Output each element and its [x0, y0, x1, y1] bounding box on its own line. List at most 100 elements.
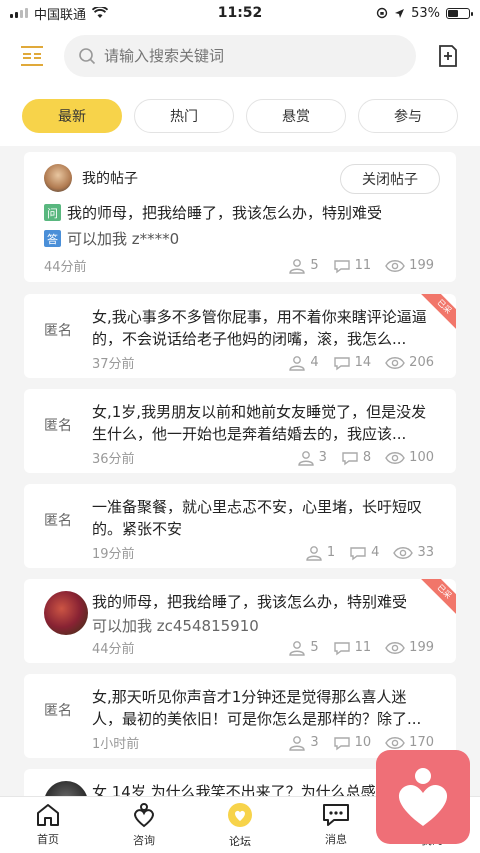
tab-consult[interactable]: 咨询: [96, 797, 192, 853]
person-icon: [289, 640, 306, 656]
comment-icon: [350, 546, 366, 560]
search-icon: [79, 48, 96, 65]
clock: 11:52: [217, 5, 263, 21]
comment-icon: [333, 641, 350, 655]
comments-stat[interactable]: 10: [333, 735, 372, 751]
rotation-lock-icon: [376, 7, 388, 19]
post-card[interactable]: 匿名 女,那天听见你声音才1分钟还是觉得那么喜人迷人，最初的美依旧！可是你怎么是…: [24, 674, 456, 758]
tab-reward[interactable]: 悬赏: [246, 99, 346, 133]
author-label: 匿名: [44, 703, 72, 719]
floating-heart-button[interactable]: [376, 750, 470, 844]
answer-text: 可以加我 z****0: [67, 230, 180, 248]
likes-stat[interactable]: 5: [288, 258, 319, 274]
post-card[interactable]: 已采 我的师母，把我给睡了，我该怎么办，特别难受 可以加我 zc45481591…: [24, 579, 456, 663]
likes-stat[interactable]: 1: [305, 545, 335, 561]
filter-menu-icon[interactable]: [18, 42, 46, 70]
comments-stat[interactable]: 4: [349, 545, 379, 561]
tab-messages[interactable]: 消息: [288, 797, 384, 853]
person-icon: [289, 258, 306, 274]
post-card[interactable]: 匿名 已采 女,我心事多不多管你屁事，用不着你来瞎评论逼逼的，不会说话给老子他妈…: [24, 294, 456, 378]
carrier-label: 中国联通: [34, 7, 87, 23]
comments-stat[interactable]: 11: [333, 258, 372, 274]
comments-stat[interactable]: 8: [341, 450, 371, 466]
battery-icon: [446, 7, 473, 19]
comments-count: 10: [354, 735, 372, 750]
author-label: 匿名: [44, 323, 72, 339]
likes-count: 3: [318, 450, 327, 465]
comment-icon: [342, 451, 358, 465]
top-bar: [0, 26, 480, 86]
tab-hot[interactable]: 热门: [134, 99, 234, 133]
comment-icon: [333, 259, 350, 273]
forum-icon: [228, 803, 252, 827]
views-count: 100: [409, 450, 434, 465]
tab-label: 论坛: [229, 835, 251, 848]
tab-latest[interactable]: 最新: [22, 99, 122, 133]
views-count: 170: [409, 735, 434, 750]
views-count: 206: [409, 355, 434, 370]
post-text: 女,那天听见你声音才1分钟还是觉得那么喜人迷人，最初的美依旧！可是你怎么是那样的…: [92, 688, 422, 728]
filter-tabs: 最新 热门 悬赏 参与: [0, 86, 480, 146]
post-subtext: 可以加我 zc454815910: [92, 617, 259, 635]
status-bar: 中国联通 11:52 53%: [0, 0, 480, 26]
post-feed[interactable]: 我的帖子 关闭帖子 问 我的师母，把我给睡了，我该怎么办，特别难受 答 可以加我…: [0, 146, 480, 796]
wifi-icon: [92, 7, 109, 18]
avatar[interactable]: [44, 781, 88, 796]
post-card[interactable]: 匿名 一准备聚餐，就心里忐忑不安，心里堵，长吁短叹的。紧张不安 19分前 1 4…: [24, 484, 456, 568]
post-card[interactable]: 匿名 女,1岁,我男朋友以前和她前女友睡觉了，但是没发生什么，他一开始也是奔着结…: [24, 389, 456, 473]
views-stat: 199: [385, 640, 434, 655]
eye-icon: [385, 356, 405, 369]
tab-forum[interactable]: 论坛: [192, 797, 288, 853]
author-label: 匿名: [44, 418, 72, 434]
likes-stat[interactable]: 3: [297, 450, 327, 466]
likes-stat[interactable]: 4: [288, 355, 319, 371]
eye-icon: [385, 259, 405, 272]
likes-count: 5: [310, 258, 319, 273]
avatar: [44, 164, 72, 192]
my-post-card[interactable]: 我的帖子 关闭帖子 问 我的师母，把我给睡了，我该怎么办，特别难受 答 可以加我…: [24, 152, 456, 282]
comments-count: 11: [354, 640, 372, 655]
comments-stat[interactable]: 11: [333, 640, 372, 656]
close-post-button[interactable]: 关闭帖子: [340, 164, 440, 194]
avatar[interactable]: [44, 591, 88, 635]
post-text: 女,1岁,我男朋友以前和她前女友睡觉了，但是没发生什么，他一开始也是奔着结婚去的…: [92, 403, 427, 443]
comments-count: 4: [371, 545, 380, 560]
post-time: 44分前: [44, 260, 87, 275]
tab-label: 首页: [37, 833, 59, 846]
views-stat: 199: [385, 258, 434, 273]
tab-label: 咨询: [133, 834, 155, 847]
views-stat: 33: [393, 545, 434, 560]
views-stat: 100: [385, 450, 434, 465]
tab-joined[interactable]: 参与: [358, 99, 458, 133]
post-text: 一准备聚餐，就心里忐忑不安，心里堵，长吁短叹的。紧张不安: [92, 498, 423, 538]
search-bar[interactable]: [64, 35, 416, 77]
tab-label: 消息: [325, 833, 347, 846]
new-post-icon[interactable]: [434, 42, 462, 70]
post-time: 36分前: [92, 452, 135, 467]
eye-icon: [385, 641, 405, 654]
person-icon: [289, 735, 306, 751]
likes-stat[interactable]: 3: [288, 735, 319, 751]
comments-count: 14: [354, 355, 372, 370]
likes-count: 3: [310, 735, 319, 750]
answer-tag: 答: [44, 230, 61, 247]
likes-stat[interactable]: 5: [288, 640, 319, 656]
likes-count: 4: [310, 355, 319, 370]
eye-icon: [393, 546, 414, 559]
likes-count: 1: [326, 545, 336, 560]
post-text: 女,我心事多不多管你屁事，用不着你来瞎评论逼逼的，不会说话给老子他妈的闭嘴，滚，…: [92, 308, 427, 348]
home-icon: [37, 804, 59, 826]
post-time: 1小时前: [92, 737, 140, 752]
views-count: 33: [417, 545, 434, 560]
search-input[interactable]: [104, 47, 402, 65]
comments-stat[interactable]: 14: [333, 355, 372, 371]
post-time: 44分前: [92, 642, 135, 657]
person-icon: [289, 355, 306, 371]
tab-home[interactable]: 首页: [0, 797, 96, 853]
signal-icon: [10, 8, 28, 18]
author-label: 匿名: [44, 513, 72, 529]
comments-count: 11: [354, 258, 372, 273]
eye-icon: [385, 736, 405, 749]
eye-icon: [385, 451, 405, 464]
likes-count: 5: [310, 640, 319, 655]
